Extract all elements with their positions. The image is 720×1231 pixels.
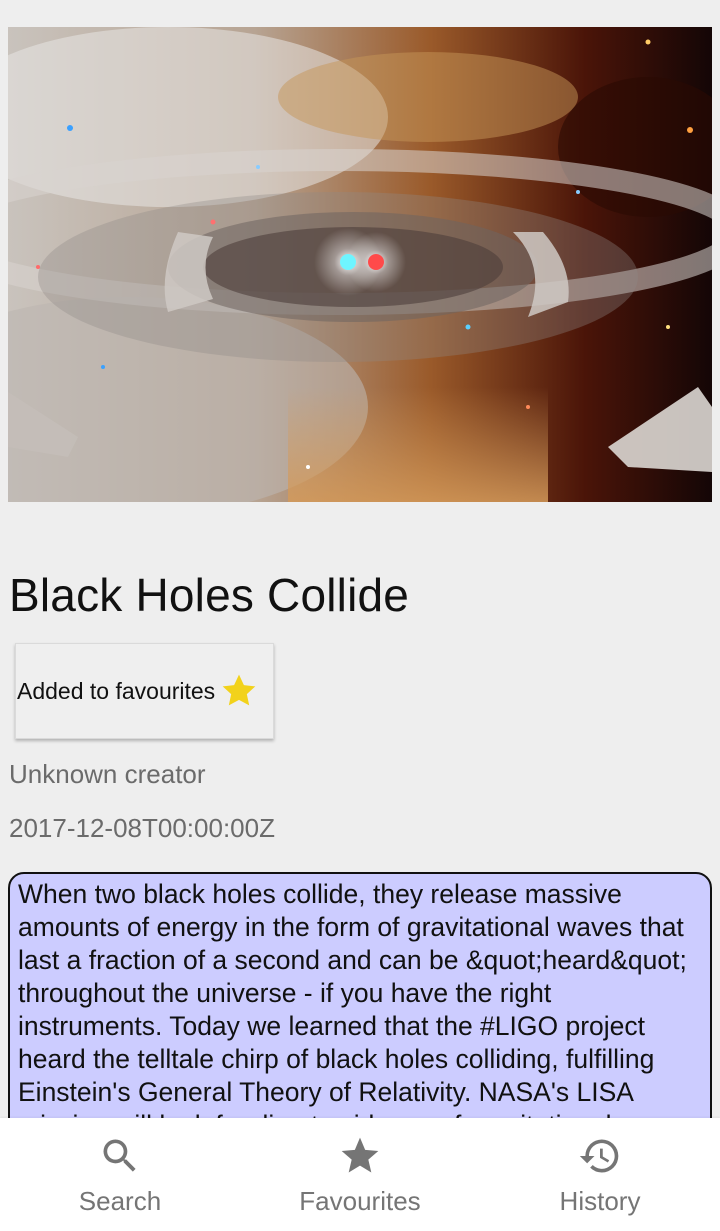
nav-item-history[interactable]: History: [480, 1118, 720, 1231]
nav-label-history: History: [559, 1186, 641, 1216]
search-icon: [103, 1139, 136, 1172]
history-icon: [579, 1139, 619, 1173]
bottom-navigation: Search Favourites History: [0, 1118, 720, 1231]
favourite-toggle-button[interactable]: Added to favourites: [15, 643, 274, 739]
article-image: [8, 27, 712, 502]
nav-item-favourites[interactable]: Favourites: [240, 1118, 480, 1231]
article-title: Black Holes Collide: [9, 569, 410, 621]
article-creator: Unknown creator: [9, 759, 206, 789]
nav-label-favourites: Favourites: [299, 1186, 421, 1216]
nav-item-search[interactable]: Search: [0, 1118, 240, 1231]
nav-label-search: Search: [78, 1186, 162, 1216]
space-illustration: [8, 27, 712, 502]
article-description[interactable]: When two black holes collide, they relea…: [8, 872, 712, 1152]
favourite-status-label: Added to favourites: [17, 677, 216, 704]
article-date: 2017-12-08T00:00:00Z: [9, 813, 275, 843]
star-icon: [341, 1137, 379, 1173]
star-icon: [222, 674, 256, 706]
